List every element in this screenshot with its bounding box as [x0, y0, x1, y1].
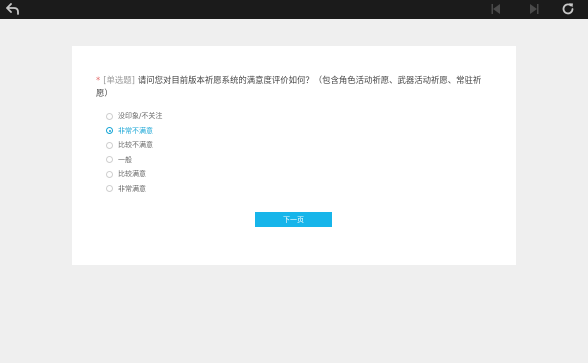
radio-button[interactable] — [106, 112, 113, 120]
option-label: 非常满意 — [118, 184, 146, 193]
question-title: * [单选题] 请问您对目前版本祈愿系统的满意度评价如何？（包含角色活动祈愿、武器活… — [96, 74, 492, 100]
radio-button[interactable] — [106, 170, 113, 178]
prev-arrow-icon[interactable] — [490, 2, 504, 16]
question-text: 请问您对目前版本祈愿系统的满意度评价如何？（包含角色活动祈愿、武器活动祈愿、常驻… — [96, 75, 482, 98]
option-somewhat-satisfied[interactable]: 比较满意 — [106, 167, 162, 182]
radio-button[interactable] — [106, 185, 113, 193]
option-very-dissatisfied[interactable]: 非常不满意 — [106, 124, 162, 139]
next-arrow-icon[interactable] — [526, 2, 540, 16]
option-label: 没印象/不关注 — [118, 112, 163, 121]
option-neutral[interactable]: 一般 — [106, 153, 162, 168]
refresh-icon[interactable] — [561, 2, 575, 16]
next-page-button[interactable]: 下一页 — [255, 212, 332, 227]
option-very-satisfied[interactable]: 非常满意 — [106, 182, 162, 197]
option-no-impression[interactable]: 没印象/不关注 — [106, 109, 162, 124]
undo-arrow-icon[interactable] — [6, 2, 20, 16]
option-label: 非常不满意 — [118, 126, 153, 135]
radio-button[interactable] — [106, 141, 113, 149]
option-label: 一般 — [118, 155, 132, 164]
radio-button-selected[interactable] — [106, 127, 113, 135]
option-somewhat-dissatisfied[interactable]: 比较不满意 — [106, 138, 162, 153]
question-type-label: [单选题] — [103, 75, 135, 85]
browser-toolbar — [0, 0, 588, 19]
required-mark: * — [96, 75, 101, 85]
survey-card: * [单选题] 请问您对目前版本祈愿系统的满意度评价如何？（包含角色活动祈愿、武器活… — [72, 46, 516, 265]
option-label: 比较不满意 — [118, 141, 153, 150]
radio-button[interactable] — [106, 156, 113, 164]
option-label: 比较满意 — [118, 170, 146, 179]
radio-options: 没印象/不关注 非常不满意 比较不满意 一般 比较满意 非常满意 — [106, 109, 162, 196]
